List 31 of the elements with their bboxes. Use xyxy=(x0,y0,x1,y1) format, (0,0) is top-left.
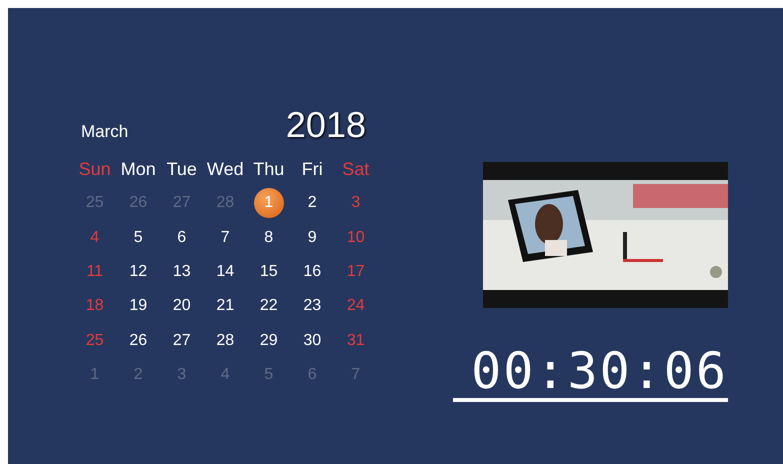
calendar-day[interactable]: 29 xyxy=(254,326,284,356)
calendar-day[interactable]: 21 xyxy=(210,291,240,322)
calendar-day[interactable]: 23 xyxy=(297,291,328,322)
weekday-header: Tue xyxy=(166,158,198,181)
weekday-header: Fri xyxy=(300,158,324,181)
year-label: 2018 xyxy=(286,104,366,146)
calendar-day[interactable]: 12 xyxy=(123,257,154,288)
calendar-day[interactable]: 15 xyxy=(254,257,284,288)
calendar-day[interactable]: 14 xyxy=(210,257,240,288)
calendar-day[interactable]: 20 xyxy=(166,291,197,322)
calendar-day[interactable]: 26 xyxy=(123,326,154,356)
calendar-day[interactable]: 19 xyxy=(123,291,154,322)
weekday-header: Sat xyxy=(341,158,370,181)
calendar-day[interactable]: 27 xyxy=(166,326,197,356)
weekday-header: Wed xyxy=(206,158,245,181)
calendar-day[interactable]: 2 xyxy=(297,188,328,218)
weekday-header: Thu xyxy=(252,158,286,181)
weekday-header: Mon xyxy=(120,158,157,181)
calendar-day[interactable]: 6 xyxy=(166,222,197,253)
calendar-day[interactable]: 9 xyxy=(297,222,328,253)
calendar-day[interactable]: 16 xyxy=(297,257,328,288)
weekday-header: Sun xyxy=(78,158,112,181)
calendar-day[interactable]: 28 xyxy=(210,326,240,356)
calendar-day[interactable]: 13 xyxy=(166,257,197,288)
calendar-day[interactable]: 22 xyxy=(254,291,284,322)
calendar-day[interactable]: 7 xyxy=(210,222,240,253)
calendar-day[interactable]: 5 xyxy=(123,222,154,253)
clock-time: 00:30:06 xyxy=(471,344,728,398)
calendar-day[interactable]: 8 xyxy=(254,222,284,253)
month-label: March xyxy=(81,122,128,142)
calendar-day[interactable]: 30 xyxy=(297,326,328,356)
